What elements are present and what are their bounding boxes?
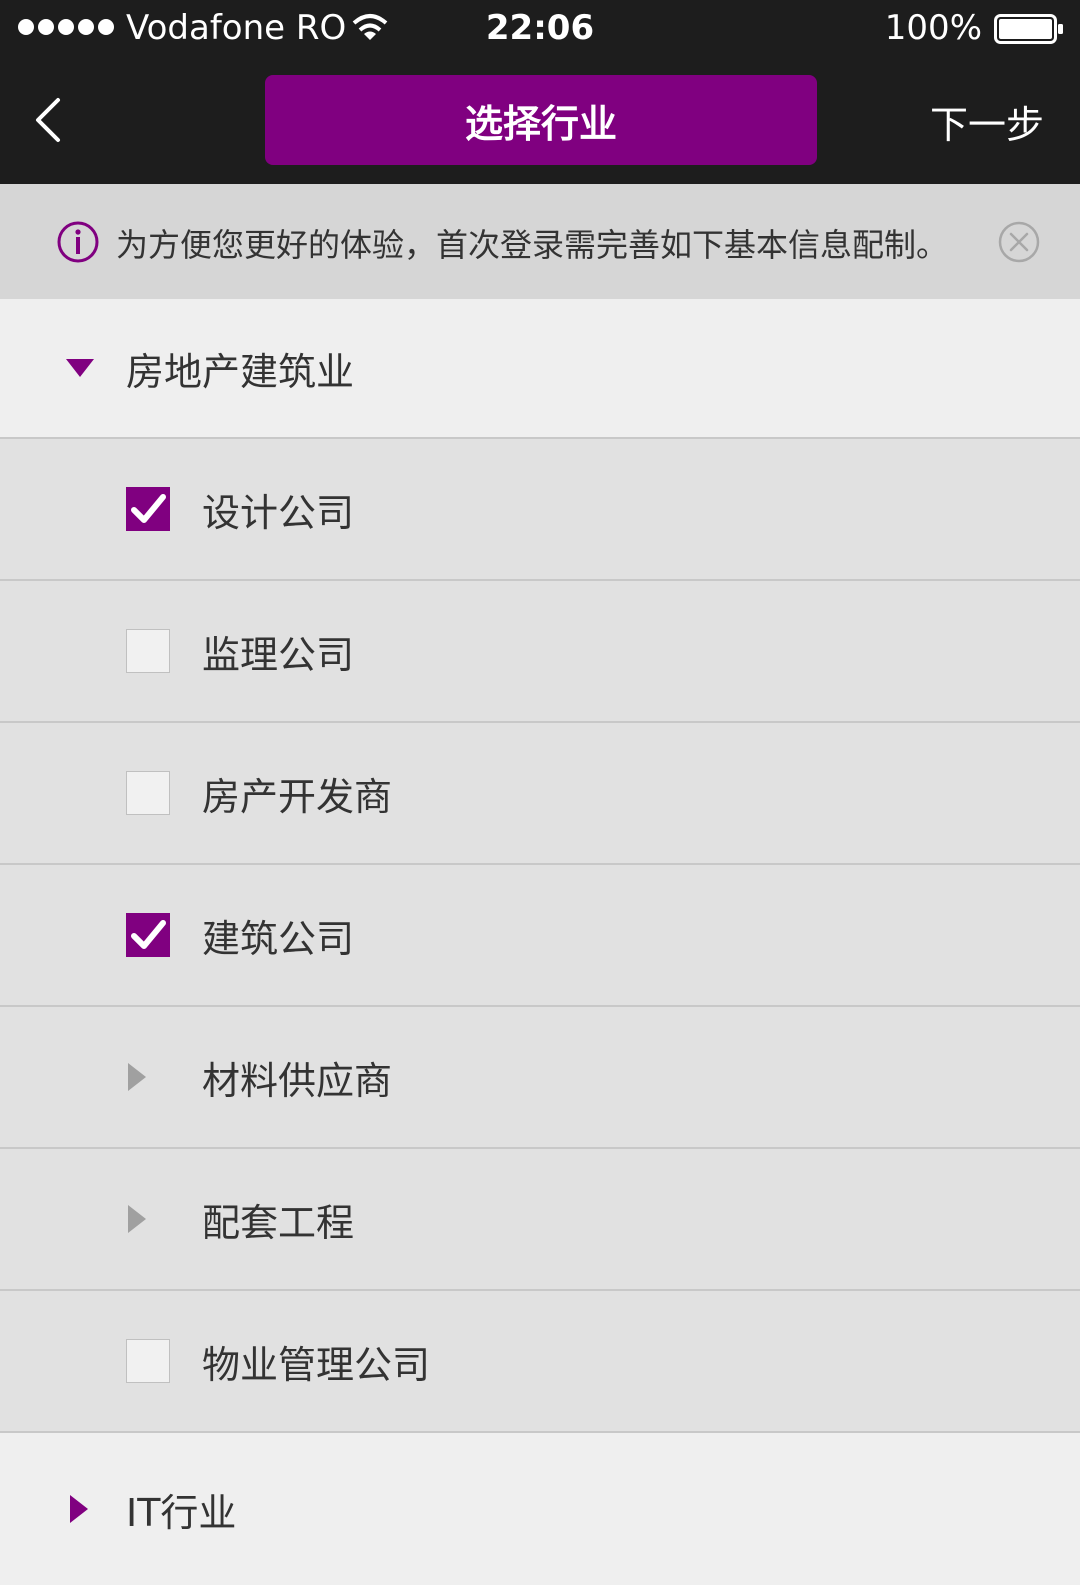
list-item-label: 材料供应商 (202, 1058, 393, 1103)
category-label: 房地产建筑业 (126, 349, 355, 394)
triangle-right-icon (128, 1063, 146, 1091)
triangle-right-icon (70, 1495, 88, 1523)
category-label: IT行业 (126, 1490, 237, 1535)
info-icon (57, 221, 99, 263)
list-item-property-developer[interactable]: 房产开发商 (0, 723, 1080, 865)
checkbox-unchecked[interactable] (126, 771, 170, 815)
list-item-label: 房产开发商 (202, 774, 393, 819)
category-row-real-estate[interactable]: 房地产建筑业 (0, 299, 1080, 439)
list-item-material-supplier[interactable]: 材料供应商 (0, 1007, 1080, 1149)
checkbox-checked[interactable] (126, 487, 170, 531)
checkbox-checked[interactable] (126, 913, 170, 957)
checkbox-unchecked[interactable] (126, 1339, 170, 1383)
triangle-right-icon (128, 1205, 146, 1233)
battery-icon (994, 14, 1063, 44)
list-item-label: 配套工程 (202, 1200, 355, 1245)
battery-percent: 100% (884, 8, 982, 48)
list-item-supporting-engineering[interactable]: 配套工程 (0, 1149, 1080, 1291)
nav-bar: 选择行业 下一步 (0, 56, 1080, 184)
triangle-down-icon (66, 359, 94, 377)
back-chevron-icon[interactable] (24, 92, 72, 148)
list-item-property-management[interactable]: 物业管理公司 (0, 1291, 1080, 1433)
list-item-label: 监理公司 (202, 632, 355, 677)
list-item-label: 设计公司 (202, 490, 355, 535)
status-bar: Vodafone RO 22:06 100% (0, 0, 1080, 56)
checkbox-unchecked[interactable] (126, 629, 170, 673)
close-circle-icon[interactable] (998, 221, 1040, 263)
next-step-button[interactable]: 下一步 (930, 94, 1044, 149)
info-banner: 为方便您更好的体验，首次登录需完善如下基本信息配制。 (0, 184, 1080, 299)
list-item-label: 物业管理公司 (202, 1342, 431, 1387)
info-message: 为方便您更好的体验，首次登录需完善如下基本信息配制。 (116, 226, 949, 264)
list-item-construction-company[interactable]: 建筑公司 (0, 865, 1080, 1007)
category-row-it[interactable]: IT行业 (0, 1433, 1080, 1585)
list-item-design-company[interactable]: 设计公司 (0, 439, 1080, 581)
list-item-supervision-company[interactable]: 监理公司 (0, 581, 1080, 723)
list-item-label: 建筑公司 (202, 916, 355, 961)
page-title: 选择行业 (265, 75, 817, 165)
